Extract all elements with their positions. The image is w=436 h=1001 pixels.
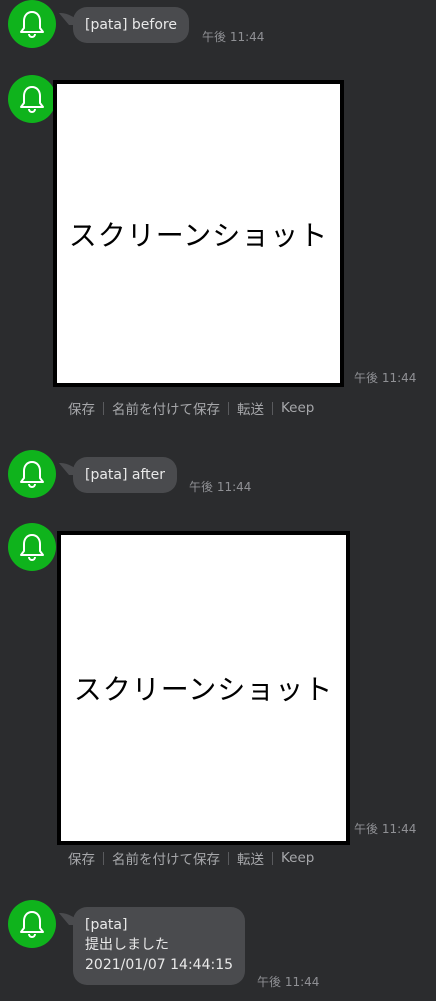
divider (228, 401, 229, 415)
image-actions: 保存 名前を付けて保存 転送 Keep (68, 398, 314, 418)
message-line: [pata] (85, 917, 128, 933)
image-actions: 保存 名前を付けて保存 転送 Keep (68, 848, 314, 868)
forward-button[interactable]: 転送 (237, 398, 264, 418)
avatar[interactable] (8, 0, 56, 48)
message-bubble[interactable]: [pata] 提出しました 2021/01/07 14:44:15 (73, 907, 246, 985)
screenshot-label: スクリーンショット (68, 218, 329, 252)
divider (228, 851, 229, 865)
avatar[interactable] (8, 450, 56, 498)
avatar[interactable] (8, 75, 56, 123)
screenshot-image[interactable]: スクリーンショット (57, 531, 350, 845)
forward-button[interactable]: 転送 (237, 848, 264, 868)
message-bubble[interactable]: [pata] after (73, 457, 178, 493)
bell-icon (20, 11, 44, 39)
message-time: 午後 11:44 (354, 371, 417, 385)
keep-button[interactable]: Keep (281, 850, 314, 866)
message-line: 2021/01/07 14:44:15 (85, 957, 234, 973)
keep-button[interactable]: Keep (281, 400, 314, 416)
message-time: 午後 11:44 (354, 822, 417, 836)
message-time: 午後 11:44 (257, 975, 320, 989)
message-line: 提出しました (85, 937, 169, 953)
avatar[interactable] (8, 900, 56, 948)
divider (272, 401, 273, 415)
save-button[interactable]: 保存 (68, 848, 95, 868)
save-as-button[interactable]: 名前を付けて保存 (112, 398, 220, 418)
save-button[interactable]: 保存 (68, 398, 95, 418)
save-as-button[interactable]: 名前を付けて保存 (112, 848, 220, 868)
screenshot-image[interactable]: スクリーンショット (53, 80, 344, 387)
message-time: 午後 11:44 (202, 30, 265, 44)
divider (272, 851, 273, 865)
divider (103, 851, 104, 865)
message-time: 午後 11:44 (189, 480, 252, 494)
avatar[interactable] (8, 523, 56, 571)
divider (103, 401, 104, 415)
message-text: [pata] after (85, 467, 166, 483)
message-bubble[interactable]: [pata] before (73, 7, 189, 43)
bell-icon (20, 86, 44, 114)
bell-icon (20, 911, 44, 939)
message-text: [pata] before (85, 17, 177, 33)
bell-icon (20, 534, 44, 562)
screenshot-label: スクリーンショット (73, 673, 334, 706)
bell-icon (20, 461, 44, 489)
